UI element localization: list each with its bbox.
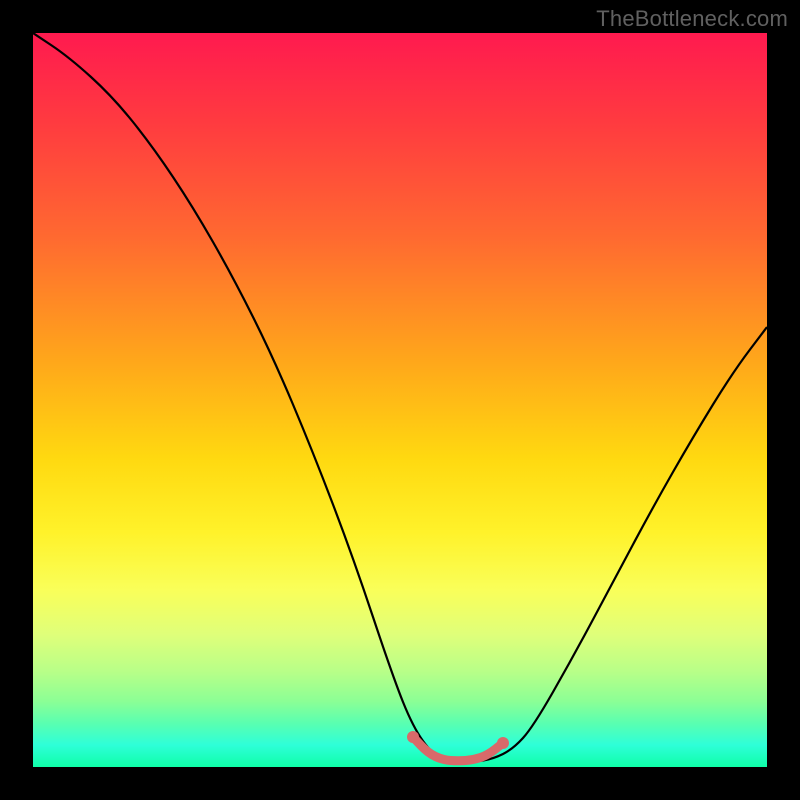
chart-gradient-background: [33, 33, 767, 767]
watermark-text: TheBottleneck.com: [596, 6, 788, 32]
